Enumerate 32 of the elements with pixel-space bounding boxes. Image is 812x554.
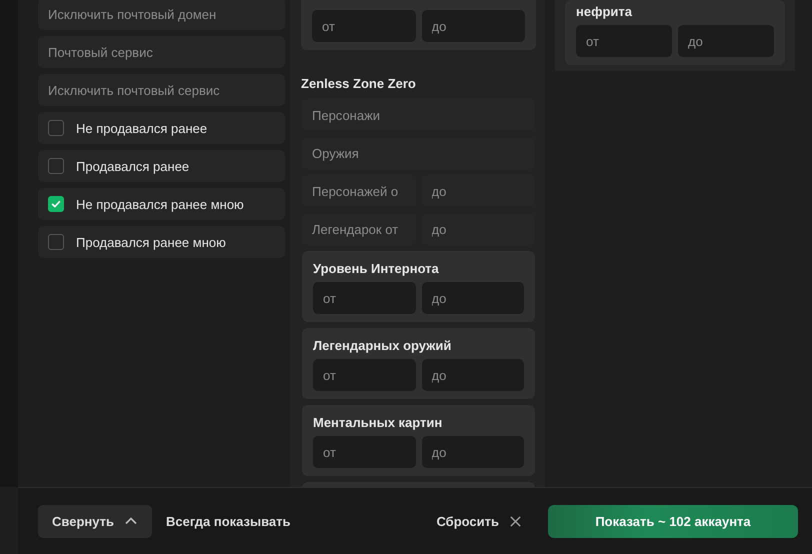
from-field[interactable]: от <box>312 10 416 42</box>
checkbox-row[interactable]: Продавался ранее <box>38 150 285 182</box>
checkbox[interactable] <box>48 196 64 212</box>
checkbox[interactable] <box>48 234 64 250</box>
show-accounts-button[interactable]: Показать ~ 102 аккаунта <box>548 504 798 538</box>
card-title: Легендарных оружий <box>313 338 452 353</box>
from-field[interactable]: от <box>313 282 416 314</box>
checkbox[interactable] <box>48 120 64 136</box>
to-field[interactable]: до <box>422 10 525 42</box>
always-show-link[interactable]: Всегда показывать <box>166 514 291 528</box>
to-field[interactable]: до <box>422 436 524 468</box>
from-field[interactable]: от <box>576 25 672 57</box>
card-title: нефрита <box>576 4 633 19</box>
card-title: Уровень Интернота <box>313 261 440 276</box>
checkbox-row[interactable]: Продавался ранее мною <box>38 226 285 258</box>
reset-button[interactable]: Сбросить <box>436 514 522 528</box>
checkbox[interactable] <box>48 158 64 174</box>
from-field[interactable]: от <box>313 359 416 391</box>
input-field[interactable]: Почтовый сервис <box>38 36 285 68</box>
to-field[interactable]: до <box>422 282 524 314</box>
from-field[interactable]: от <box>313 436 416 468</box>
input-field[interactable]: Исключить почтовый домен <box>38 0 285 30</box>
to-field[interactable]: до <box>678 25 774 57</box>
check-icon <box>50 198 62 210</box>
collapse-button[interactable]: Свернуть <box>38 504 152 538</box>
input-field[interactable]: Исключить почтовый сервис <box>38 74 285 106</box>
close-icon <box>509 514 522 528</box>
checkbox-row[interactable]: Не продавался ранее мною <box>38 188 285 220</box>
card-title: Ментальных картин <box>313 415 444 430</box>
checkbox-row[interactable]: Не продавался ранее <box>38 112 285 144</box>
to-field[interactable]: до <box>422 359 524 391</box>
section-title: Zenless Zone Zero <box>301 76 417 91</box>
